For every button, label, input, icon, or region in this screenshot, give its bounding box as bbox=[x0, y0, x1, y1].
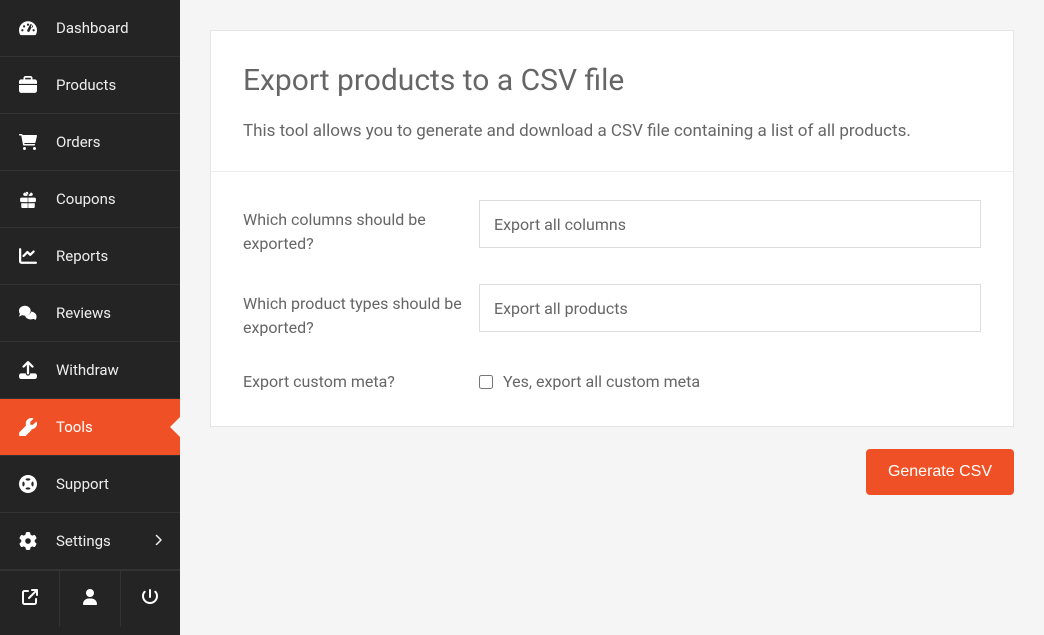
sidebar-item-label: Coupons bbox=[56, 190, 116, 208]
sidebar-item-dashboard[interactable]: Dashboard bbox=[0, 0, 180, 57]
card-body: Which columns should be exported? Export… bbox=[211, 172, 1013, 426]
sidebar-item-orders[interactable]: Orders bbox=[0, 114, 180, 171]
export-card: Export products to a CSV file This tool … bbox=[210, 30, 1014, 427]
wrench-icon bbox=[18, 418, 38, 436]
briefcase-icon bbox=[18, 76, 38, 94]
meta-checkbox[interactable] bbox=[479, 375, 493, 389]
life-ring-icon bbox=[18, 475, 38, 493]
sidebar-item-label: Tools bbox=[56, 418, 93, 436]
page-description: This tool allows you to generate and dow… bbox=[243, 118, 981, 145]
field-meta: Export custom meta? Yes, export all cust… bbox=[243, 368, 981, 394]
chevron-right-icon bbox=[154, 532, 162, 550]
sidebar-item-coupons[interactable]: Coupons bbox=[0, 171, 180, 228]
sidebar-item-label: Reports bbox=[56, 247, 108, 265]
generate-csv-button[interactable]: Generate CSV bbox=[866, 449, 1014, 495]
types-label: Which product types should be exported? bbox=[243, 284, 479, 340]
types-select[interactable]: Export all products bbox=[479, 284, 981, 332]
sidebar-item-label: Withdraw bbox=[56, 361, 119, 379]
sidebar-item-label: Orders bbox=[56, 133, 101, 151]
types-select-value: Export all products bbox=[494, 299, 628, 318]
card-header: Export products to a CSV file This tool … bbox=[211, 31, 1013, 172]
actions: Generate CSV bbox=[210, 427, 1014, 495]
user-icon bbox=[82, 589, 98, 609]
sidebar-item-reviews[interactable]: Reviews bbox=[0, 285, 180, 342]
sidebar-item-label: Support bbox=[56, 475, 109, 493]
sidebar-bottom bbox=[0, 570, 180, 627]
sidebar-bottom-profile[interactable] bbox=[60, 571, 120, 627]
sidebar-bottom-logout[interactable] bbox=[121, 571, 180, 627]
sidebar-item-label: Products bbox=[56, 76, 116, 94]
sidebar-item-withdraw[interactable]: Withdraw bbox=[0, 342, 180, 399]
sidebar: Dashboard Products Orders Coupons Report… bbox=[0, 0, 180, 635]
sidebar-item-label: Settings bbox=[56, 532, 111, 550]
upload-icon bbox=[18, 361, 38, 379]
gauge-icon bbox=[18, 19, 38, 37]
sidebar-item-products[interactable]: Products bbox=[0, 57, 180, 114]
page-title: Export products to a CSV file bbox=[243, 63, 981, 98]
sidebar-item-reports[interactable]: Reports bbox=[0, 228, 180, 285]
field-types: Which product types should be exported? … bbox=[243, 284, 981, 340]
sidebar-bottom-external[interactable] bbox=[0, 571, 60, 627]
sidebar-item-settings[interactable]: Settings bbox=[0, 513, 180, 570]
gear-icon bbox=[18, 532, 38, 550]
chart-line-icon bbox=[18, 247, 38, 265]
field-columns: Which columns should be exported? Export… bbox=[243, 200, 981, 256]
sidebar-item-tools[interactable]: Tools bbox=[0, 399, 180, 456]
sidebar-item-support[interactable]: Support bbox=[0, 456, 180, 513]
power-icon bbox=[142, 589, 158, 609]
columns-select-value: Export all columns bbox=[494, 215, 626, 234]
gift-icon bbox=[18, 190, 38, 208]
main-content: Export products to a CSV file This tool … bbox=[180, 0, 1044, 635]
cart-icon bbox=[18, 133, 38, 151]
columns-label: Which columns should be exported? bbox=[243, 200, 479, 256]
meta-checkbox-label[interactable]: Yes, export all custom meta bbox=[503, 372, 700, 391]
columns-select[interactable]: Export all columns bbox=[479, 200, 981, 248]
comments-icon bbox=[18, 304, 38, 322]
external-link-icon bbox=[22, 589, 38, 609]
sidebar-item-label: Reviews bbox=[56, 304, 111, 322]
sidebar-item-label: Dashboard bbox=[56, 19, 129, 37]
meta-label: Export custom meta? bbox=[243, 368, 479, 394]
